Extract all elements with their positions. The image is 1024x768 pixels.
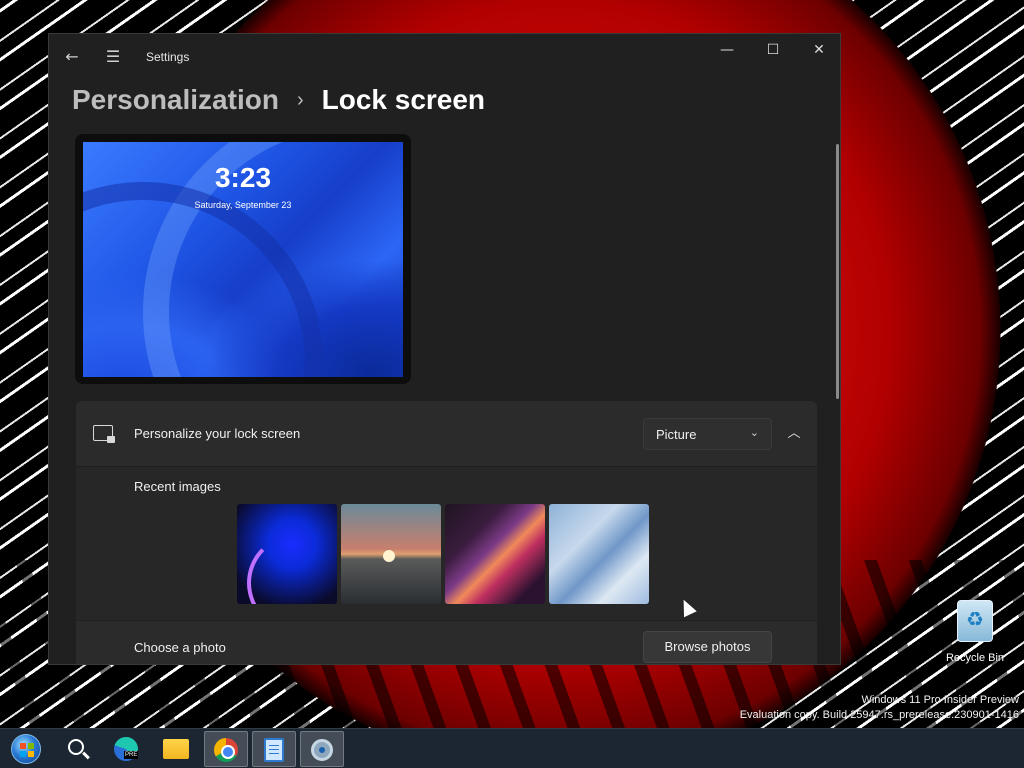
recycle-bin-label: Recycle Bin — [945, 652, 1005, 664]
close-button[interactable]: ✕ — [796, 34, 840, 66]
taskbar — [0, 728, 1024, 768]
start-button[interactable] — [4, 731, 48, 767]
chevron-down-icon: ⌄ — [749, 426, 759, 439]
notepad-icon — [264, 738, 284, 762]
lock-screen-preview: 3:23 Saturday, September 23 — [75, 134, 411, 384]
chrome-icon — [214, 738, 238, 762]
desktop-watermark: Windows 11 Pro Insider Preview Evaluatio… — [740, 693, 1019, 723]
taskbar-chrome[interactable] — [204, 731, 248, 767]
settings-window: ← ☰ Settings — ☐ ✕ Personalization › Loc… — [48, 33, 841, 665]
personalize-lock-screen-row[interactable]: Personalize your lock screen Picture ⌄ ︿ — [76, 401, 817, 467]
edge-preview-icon — [114, 737, 139, 761]
maximize-button[interactable]: ☐ — [750, 34, 796, 66]
taskbar-settings[interactable] — [300, 731, 344, 767]
back-button[interactable]: ← — [61, 46, 83, 68]
browse-photos-button[interactable]: Browse photos — [643, 631, 772, 663]
recycle-bin-desktop-icon[interactable]: Recycle Bin — [940, 600, 1010, 664]
hamburger-icon: ☰ — [105, 47, 121, 66]
preview-date: Saturday, September 23 — [194, 200, 292, 210]
choose-photo-row: Choose a photo Browse photos — [76, 621, 817, 664]
breadcrumb-personalization[interactable]: Personalization — [72, 84, 279, 116]
preview-time: 3:23 — [214, 162, 272, 193]
minimize-button[interactable]: — — [704, 34, 750, 66]
recycle-bin-icon — [957, 600, 993, 642]
background-type-dropdown[interactable]: Picture ⌄ — [643, 418, 772, 450]
breadcrumb-separator-icon: › — [296, 88, 304, 111]
windows-start-icon — [11, 734, 41, 764]
watermark-build: Evaluation copy. Build 25947.rs_prerelea… — [739, 709, 1019, 721]
recent-images-section: Recent images — [76, 467, 817, 621]
breadcrumb: Personalization › Lock screen — [72, 80, 485, 120]
taskbar-search[interactable] — [54, 731, 98, 767]
recent-image-thumbnail[interactable] — [549, 504, 649, 604]
preview-wallpaper: 3:23 Saturday, September 23 — [83, 142, 403, 377]
taskbar-edge-preview[interactable] — [104, 731, 148, 767]
watermark-edition: Windows 11 Pro Insider Preview — [861, 694, 1019, 706]
page-title: Lock screen — [321, 84, 486, 115]
settings-gear-icon — [311, 739, 333, 761]
scrollbar[interactable] — [836, 144, 839, 399]
recent-images-list — [237, 504, 649, 604]
title-bar[interactable]: ← ☰ Settings — ☐ ✕ — [49, 34, 840, 82]
recent-image-thumbnail[interactable] — [237, 504, 337, 604]
choose-photo-label: Choose a photo — [134, 640, 226, 655]
back-arrow-icon: ← — [65, 47, 79, 66]
lock-screen-icon — [93, 425, 115, 443]
personalize-lock-screen-card: Personalize your lock screen Picture ⌄ ︿… — [76, 401, 817, 664]
taskbar-notepad[interactable] — [252, 731, 296, 767]
recent-images-label: Recent images — [134, 479, 221, 494]
dropdown-value: Picture — [656, 427, 697, 442]
navigation-menu-button[interactable]: ☰ — [102, 46, 124, 68]
app-title: Settings — [146, 50, 190, 64]
personalize-label: Personalize your lock screen — [134, 426, 301, 441]
chevron-up-icon: ︿ — [787, 426, 801, 441]
recent-image-thumbnail[interactable] — [445, 504, 545, 604]
taskbar-file-explorer[interactable] — [154, 731, 198, 767]
file-explorer-icon — [163, 739, 189, 759]
collapse-button[interactable]: ︿ — [780, 418, 808, 450]
recent-image-thumbnail[interactable] — [341, 504, 441, 604]
search-icon — [68, 739, 84, 755]
